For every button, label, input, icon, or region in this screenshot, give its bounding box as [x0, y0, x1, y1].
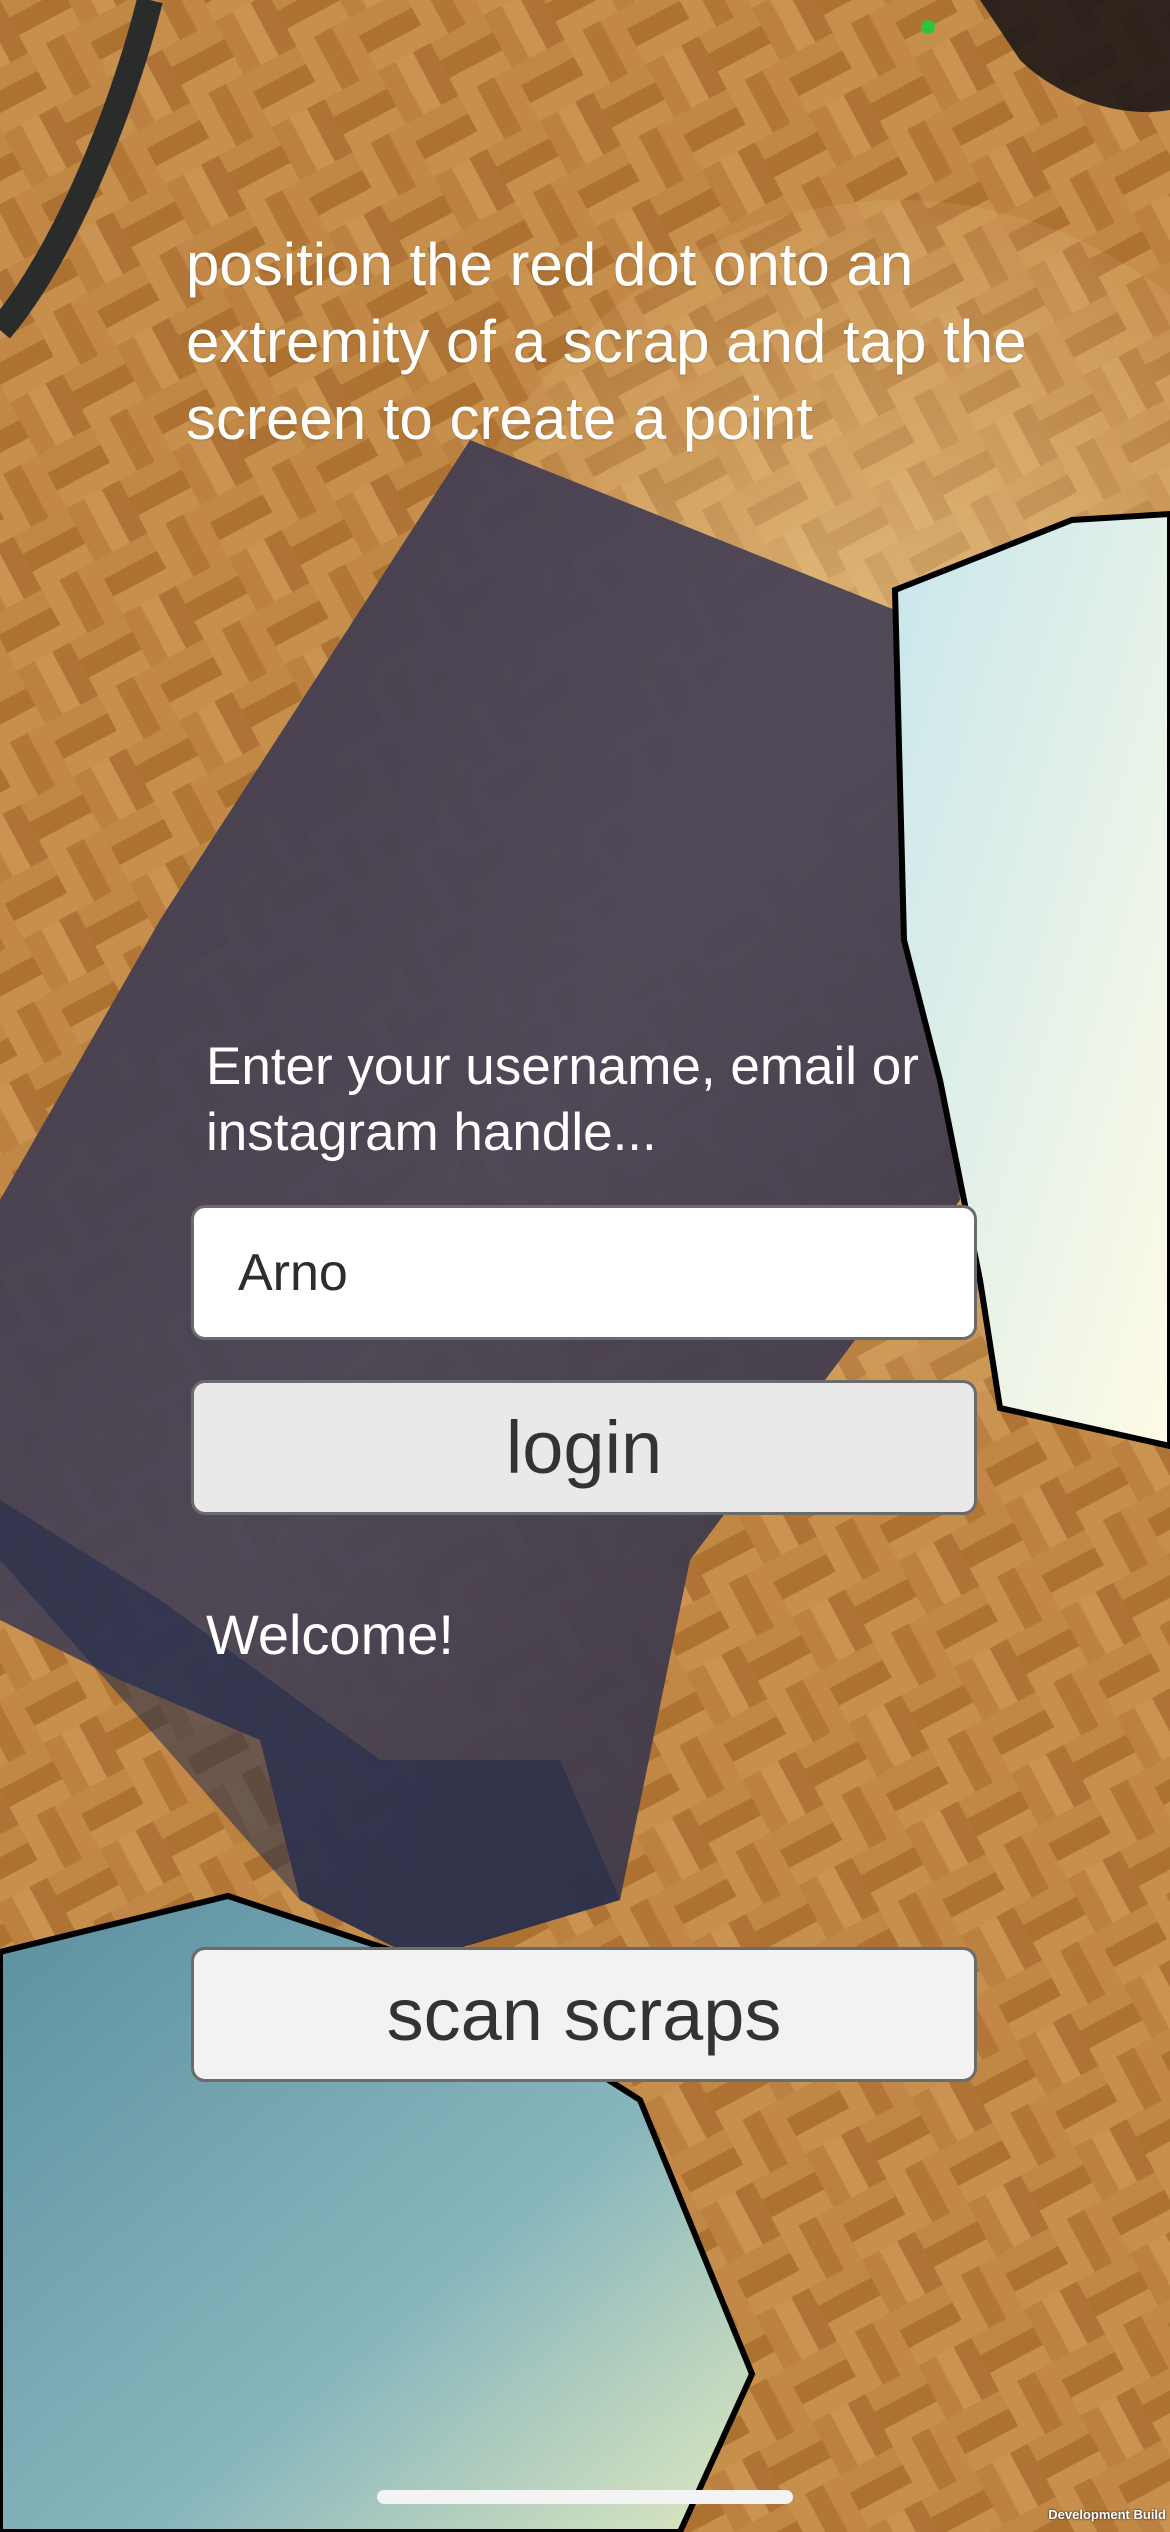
- username-input[interactable]: Arno: [191, 1205, 977, 1340]
- scan-scraps-button-label: scan scraps: [386, 1973, 782, 2056]
- login-prompt-label: Enter your username, email or instagram …: [206, 1037, 919, 1162]
- login-button-label: login: [505, 1406, 663, 1489]
- welcome-message: Welcome!: [206, 1603, 454, 1666]
- login-button[interactable]: login: [191, 1380, 977, 1515]
- development-build-label: Development Build: [1048, 2507, 1166, 2522]
- username-input-value: Arno: [238, 1243, 348, 1302]
- status-indicator-dot: [921, 20, 935, 34]
- instructions-text: position the red dot onto an extremity o…: [186, 231, 1027, 452]
- home-indicator[interactable]: [377, 2490, 793, 2504]
- scan-scraps-button[interactable]: scan scraps: [191, 1947, 977, 2082]
